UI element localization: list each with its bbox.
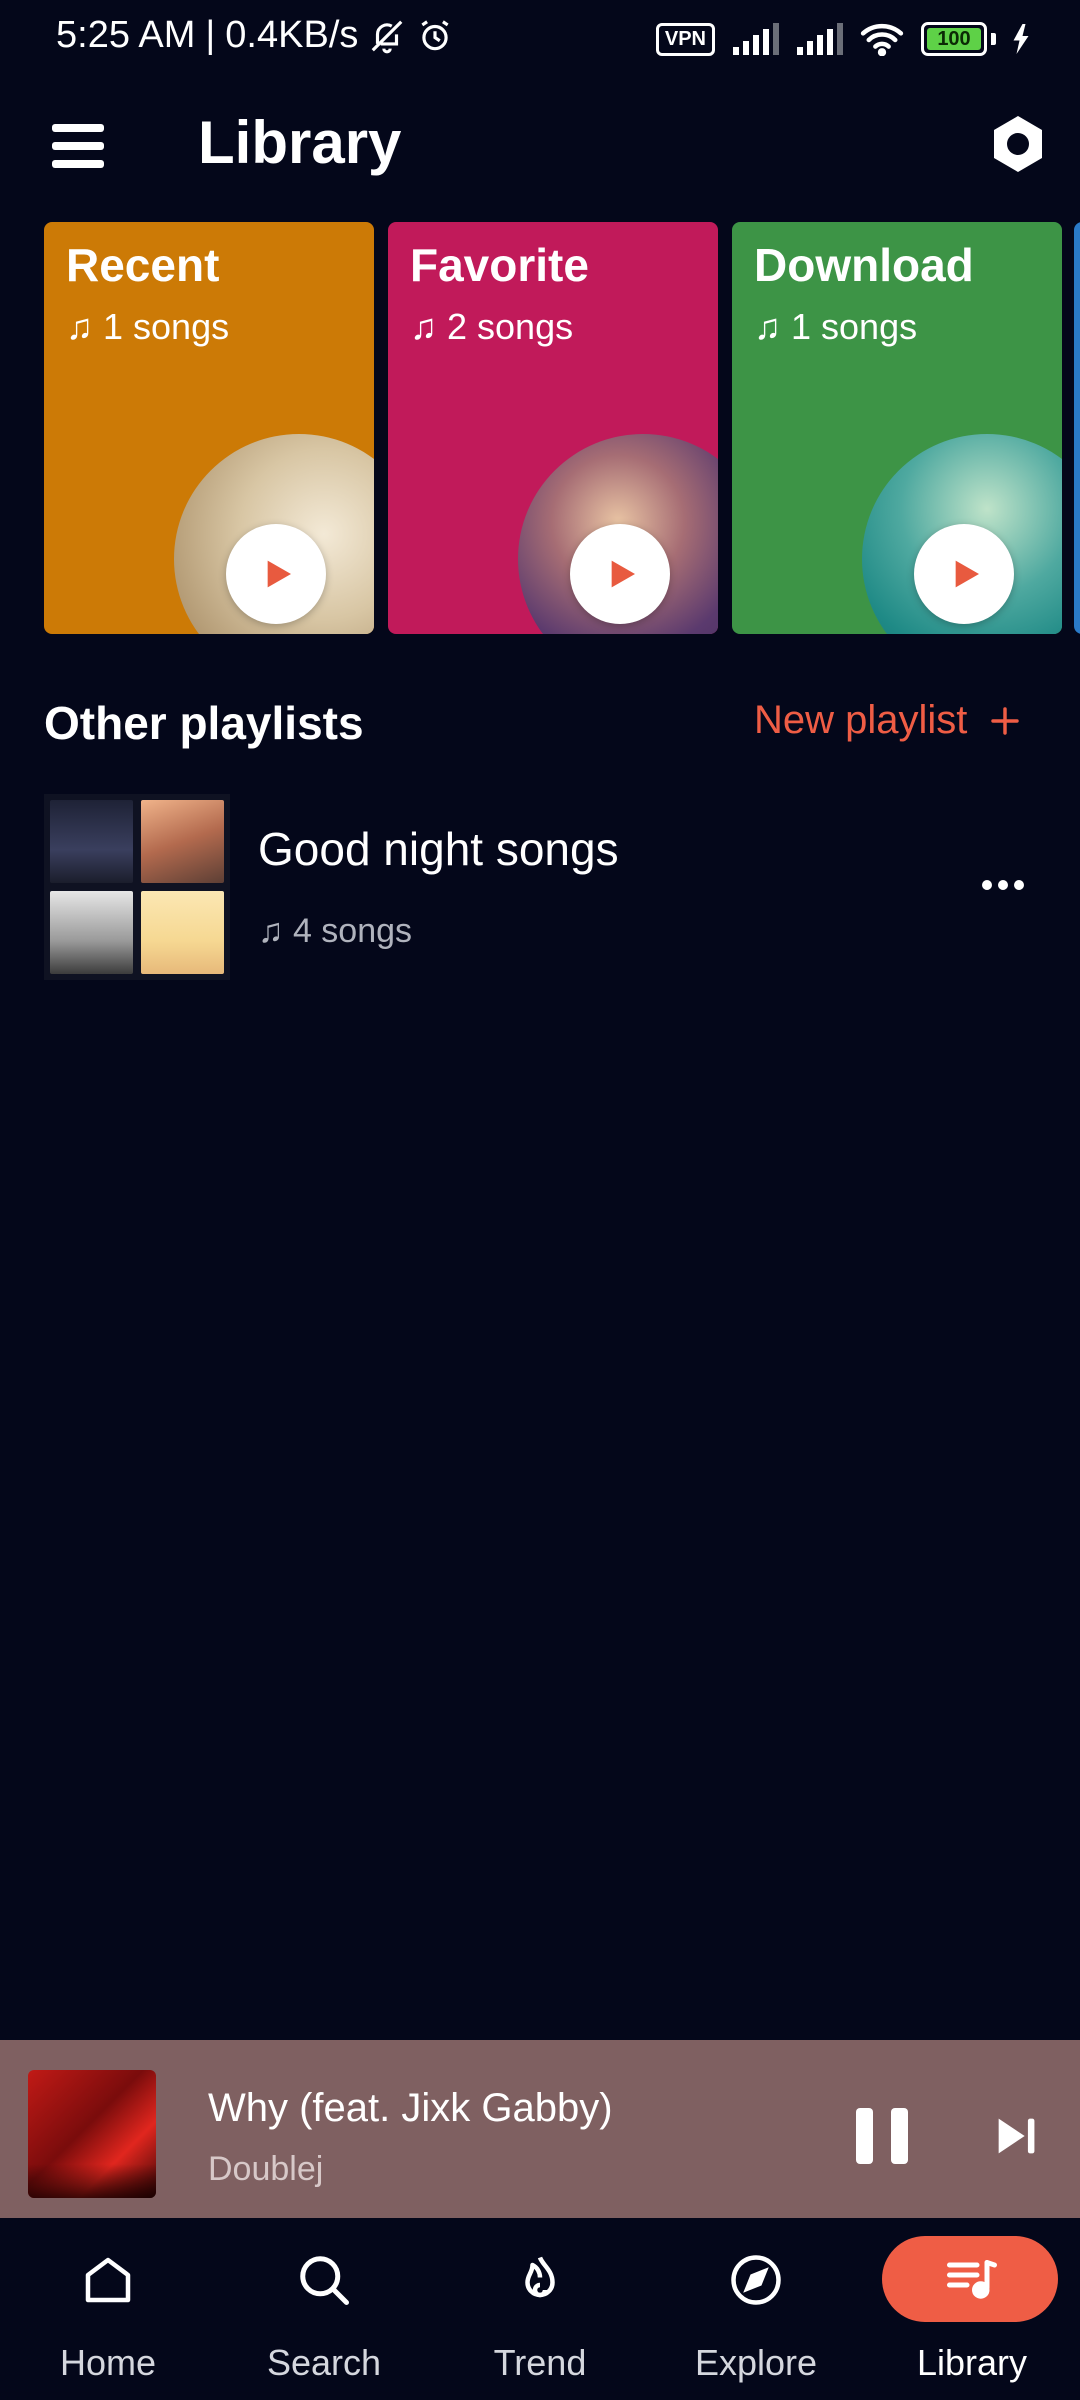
next-card-edge[interactable] — [1074, 222, 1080, 634]
vpn-badge: VPN — [655, 22, 715, 56]
new-playlist-button[interactable]: New playlist — [754, 698, 1021, 743]
play-button[interactable] — [914, 524, 1014, 624]
play-button[interactable] — [226, 524, 326, 624]
new-playlist-label: New playlist — [754, 698, 968, 742]
now-playing-bar[interactable]: Why (feat. Jixk Gabby) Doublej — [0, 2040, 1080, 2218]
nav-search[interactable]: Search — [216, 2218, 432, 2400]
bell-off-icon — [372, 20, 403, 53]
alarm-icon — [421, 19, 449, 50]
play-icon — [267, 560, 291, 588]
playlist-item[interactable]: Good night songs ♫ 4 songs — [44, 794, 1044, 980]
search-icon — [300, 2256, 349, 2305]
now-playing-album-art — [28, 2070, 156, 2198]
favorite-card[interactable]: Favorite ♫ 2 songs — [388, 222, 718, 634]
playlist-cover — [44, 794, 230, 980]
card-song-count: ♫ 1 songs — [66, 306, 230, 347]
nav-label: Search — [266, 2342, 382, 2383]
nav-trend[interactable]: Trend — [432, 2218, 648, 2400]
card-song-count: ♫ 2 songs — [410, 306, 574, 347]
playlist-song-count: ♫ 4 songs — [258, 912, 413, 950]
battery-tip — [991, 33, 996, 45]
charging-icon — [1013, 24, 1029, 54]
skip-next-icon[interactable] — [990, 2110, 1042, 2162]
bottom-nav: Home Search Trend Explore Library — [0, 2218, 1080, 2400]
wifi-icon — [860, 23, 904, 56]
card-title: Download — [754, 239, 974, 291]
play-button[interactable] — [570, 524, 670, 624]
nav-explore[interactable]: Explore — [648, 2218, 864, 2400]
now-playing-title: Why (feat. Jixk Gabby) — [208, 2086, 613, 2130]
nav-label: Home — [59, 2342, 157, 2383]
library-icon — [947, 2260, 997, 2299]
status-speed: 0.4KB/s — [225, 14, 359, 56]
page-title: Library — [198, 109, 402, 176]
card-title: Favorite — [410, 239, 589, 291]
pause-button[interactable] — [856, 2108, 908, 2164]
nav-label: Trend — [493, 2342, 587, 2383]
signal-icon — [733, 23, 779, 55]
playlist-name: Good night songs — [258, 823, 619, 875]
home-icon — [85, 2257, 131, 2303]
compass-icon — [731, 2255, 781, 2305]
menu-icon[interactable] — [52, 124, 104, 168]
status-bar: 5:25 AM | 0.4KB/s VPN 100 — [0, 0, 1080, 80]
card-song-count: ♫ 1 songs — [754, 306, 918, 347]
section-title: Other playlists — [44, 697, 364, 749]
download-card[interactable]: Download ♫ 1 songs — [732, 222, 1062, 634]
nav-label: Library — [916, 2342, 1028, 2383]
plus-icon — [991, 706, 1020, 735]
status-right: VPN 100 — [655, 22, 1030, 56]
card-title: Recent — [66, 239, 220, 291]
status-separator: | — [205, 14, 216, 56]
flame-icon — [525, 2256, 555, 2298]
nav-home[interactable]: Home — [0, 2218, 216, 2400]
recent-card[interactable]: Recent ♫ 1 songs — [44, 222, 374, 634]
status-time: 5:25 AM — [56, 14, 196, 56]
nav-library[interactable]: Library — [864, 2218, 1080, 2400]
battery-icon: 100 — [921, 22, 987, 56]
more-options-icon[interactable] — [982, 880, 1024, 890]
status-left: 5:25 AM | 0.4KB/s — [56, 14, 454, 57]
settings-icon[interactable] — [986, 112, 1050, 176]
nav-label: Explore — [694, 2342, 818, 2383]
now-playing-artist: Doublej — [208, 2150, 324, 2188]
play-icon — [611, 560, 635, 588]
play-icon — [955, 560, 979, 588]
battery-level: 100 — [937, 27, 971, 50]
signal-icon-2 — [797, 23, 843, 55]
